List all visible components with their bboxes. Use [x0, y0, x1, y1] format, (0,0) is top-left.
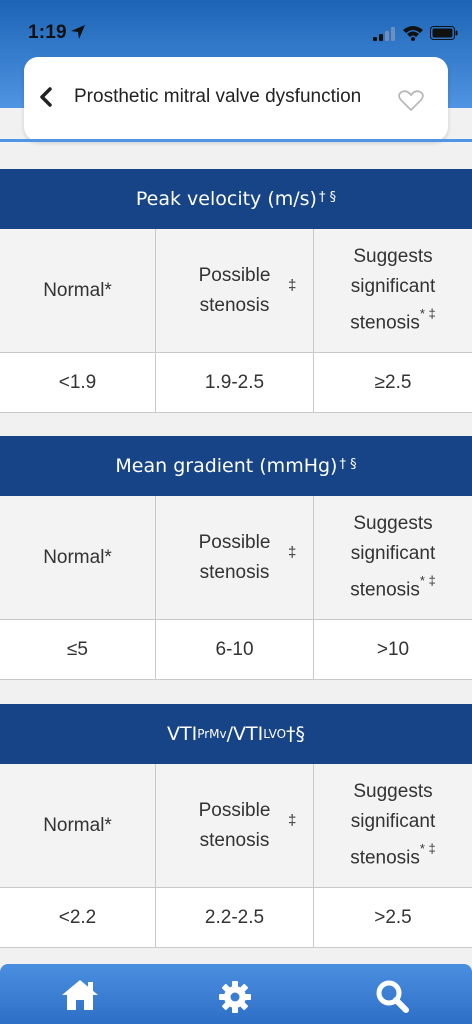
normal-label: Normal*	[43, 279, 112, 301]
suggests-footnote-mark: * ‡	[419, 306, 436, 322]
search-icon[interactable]	[374, 978, 410, 1019]
possible-footnote-mark: ‡	[288, 277, 297, 294]
suggests-label-line1: Suggests	[353, 513, 433, 535]
possible-label-line2: stenosis	[199, 561, 270, 583]
possible-label-line2: stenosis	[199, 294, 270, 316]
value-significant-stenosis: >10	[376, 638, 410, 660]
possible-label-line2: stenosis	[199, 829, 270, 851]
column-normal: Normal*	[0, 229, 156, 352]
suggests-label-line1: Suggests	[353, 246, 433, 268]
possible-footnote-mark: ‡	[288, 812, 297, 829]
value-possible-stenosis: 2.2-2.5	[156, 888, 314, 947]
normal-label: Normal*	[43, 814, 112, 836]
section-title-text: Peak velocity (m/s)	[135, 188, 317, 210]
section-title-part2: /VTI	[226, 723, 264, 745]
section-mean-gradient: Mean gradient (mmHg) † § Normal* Possible…	[0, 436, 472, 680]
wifi-icon	[402, 25, 424, 46]
value-normal: <1.9	[0, 353, 156, 412]
gear-icon[interactable]	[218, 980, 252, 1019]
suggests-footnote-mark: * ‡	[419, 573, 436, 589]
page-title: Prosthetic mitral valve dysfunction	[74, 86, 362, 107]
column-normal: Normal*	[0, 764, 156, 887]
bottom-nav-bar	[0, 964, 472, 1024]
section-peak-velocity: Peak velocity (m/s) † § Normal* Possible …	[0, 169, 472, 413]
column-suggests-significant-stenosis: Suggests significant stenosis* ‡	[314, 764, 472, 887]
suggests-label-line2: significant	[350, 543, 436, 565]
table-row: <2.2 2.2-2.5 >2.5	[0, 888, 472, 948]
column-normal: Normal*	[0, 496, 156, 619]
column-suggests-significant-stenosis: Suggests significant stenosis* ‡	[314, 496, 472, 619]
suggests-label-line2: significant	[350, 811, 436, 833]
possible-label-line1: Possible	[198, 799, 271, 821]
table-header-row: Normal* Possible stenosis ‡ Suggests sig…	[0, 229, 472, 353]
value-normal: <2.2	[0, 888, 156, 947]
cellular-signal-icon	[373, 27, 397, 46]
battery-icon	[430, 26, 458, 45]
favorite-heart-icon[interactable]	[398, 90, 424, 117]
section-title-part1: VTI	[166, 723, 198, 745]
header-divider	[0, 139, 472, 142]
section-title-marks: † §	[318, 189, 337, 205]
section-title-sub1: PrMv	[197, 727, 227, 741]
table-row: ≤5 6-10 >10	[0, 620, 472, 680]
suggests-footnote-mark: * ‡	[419, 841, 436, 857]
section-title: Peak velocity (m/s) † §	[0, 169, 472, 229]
section-title: Mean gradient (mmHg) † §	[0, 436, 472, 496]
normal-label: Normal*	[43, 546, 112, 568]
table-header-row: Normal* Possible stenosis ‡ Suggests sig…	[0, 764, 472, 888]
status-time: 1:19	[28, 22, 67, 43]
section-title-marks: †§	[286, 723, 306, 745]
possible-label-line1: Possible	[198, 531, 271, 553]
value-significant-stenosis: >2.5	[374, 906, 412, 928]
suggests-label-line3: stenosis	[350, 847, 420, 869]
suggests-label-line3: stenosis	[350, 312, 420, 334]
column-possible-stenosis: Possible stenosis ‡	[156, 764, 314, 887]
section-vti-ratio: VTI PrMv/VTI LVO †§ Normal* Possible stenos…	[0, 704, 472, 948]
table-header-row: Normal* Possible stenosis ‡ Suggests sig…	[0, 496, 472, 620]
column-possible-stenosis: Possible stenosis ‡	[156, 229, 314, 352]
back-chevron-icon[interactable]	[38, 87, 54, 112]
location-arrow-icon	[70, 24, 86, 45]
table-row: <1.9 1.9-2.5 ≥2.5	[0, 353, 472, 413]
value-normal: ≤5	[0, 620, 156, 679]
home-icon[interactable]	[60, 978, 100, 1017]
value-significant-stenosis: ≥2.5	[374, 371, 412, 393]
suggests-label-line1: Suggests	[353, 781, 433, 803]
value-possible-stenosis: 6-10	[156, 620, 314, 679]
column-suggests-significant-stenosis: Suggests significant stenosis* ‡	[314, 229, 472, 352]
column-possible-stenosis: Possible stenosis ‡	[156, 496, 314, 619]
suggests-label-line2: significant	[350, 276, 436, 298]
header-card: Prosthetic mitral valve dysfunction	[24, 57, 448, 141]
section-title: VTI PrMv/VTI LVO †§	[0, 704, 472, 764]
section-title-marks: † §	[339, 456, 357, 472]
status-bar: 1:19	[0, 0, 472, 60]
suggests-label-line3: stenosis	[350, 579, 420, 601]
possible-footnote-mark: ‡	[288, 544, 297, 561]
section-title-sub2: LVO	[263, 727, 287, 741]
section-title-text: Mean gradient (mmHg)	[115, 455, 338, 477]
value-possible-stenosis: 1.9-2.5	[156, 353, 314, 412]
possible-label-line1: Possible	[198, 264, 271, 286]
